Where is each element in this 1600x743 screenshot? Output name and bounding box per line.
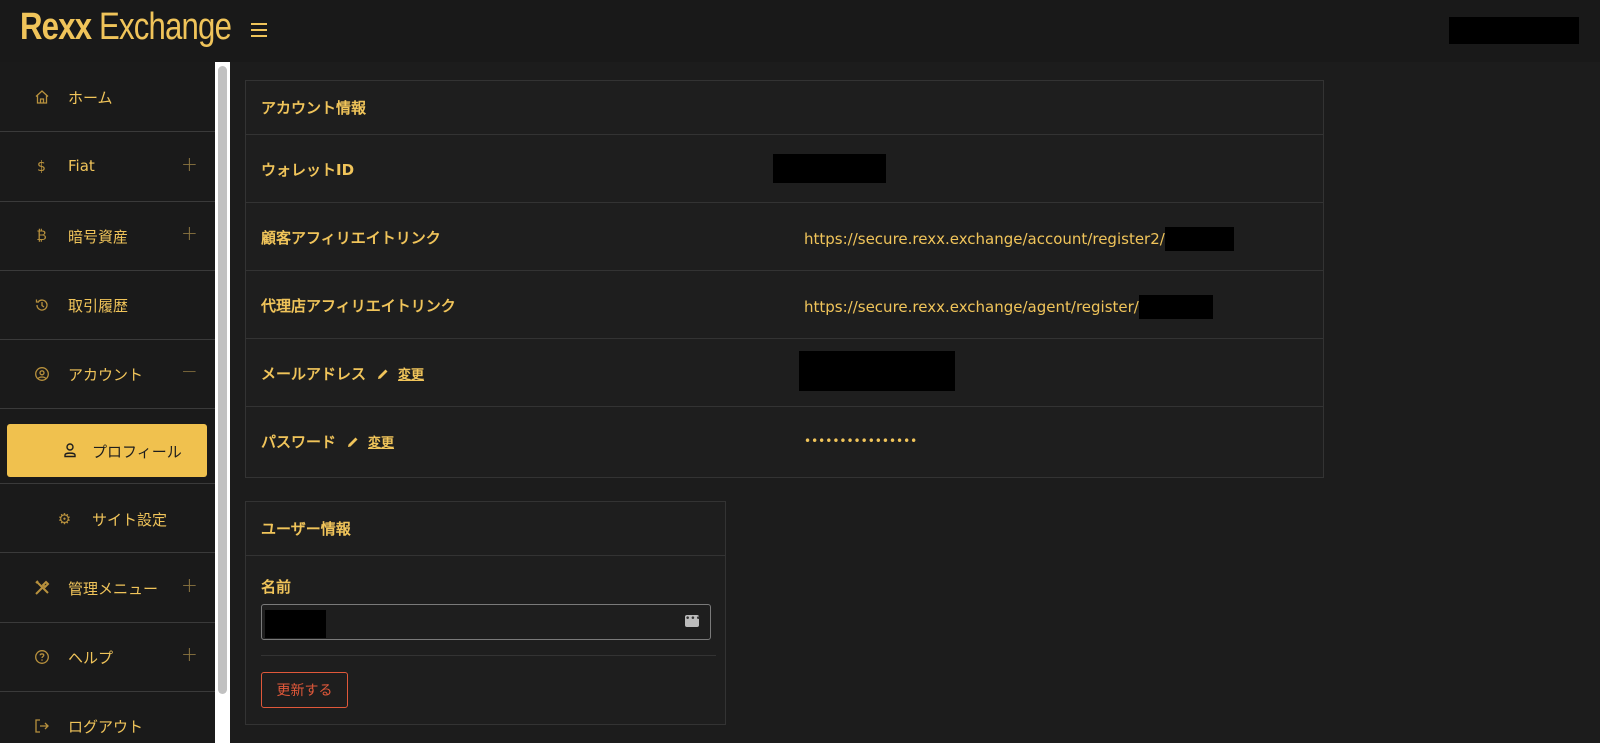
logo[interactable]: Rexx Exchange bbox=[20, 6, 232, 49]
expand-icon[interactable]: + bbox=[181, 642, 198, 666]
name-label: 名前 bbox=[261, 578, 292, 596]
user-circle-icon bbox=[33, 365, 50, 382]
logout-icon bbox=[33, 717, 50, 734]
password-value: •••••••••••••••• bbox=[804, 434, 918, 448]
sidebar-item-account[interactable]: アカウント − bbox=[0, 339, 215, 409]
customer-affiliate-row: 顧客アフィリエイトリンク https://secure.rexx.exchang… bbox=[246, 203, 1323, 271]
password-label: パスワード bbox=[261, 433, 337, 451]
expand-icon[interactable]: + bbox=[181, 221, 198, 245]
sidebar-scrollbar-thumb[interactable] bbox=[218, 66, 227, 694]
sidebar: ホーム $ Fiat + ₿ 暗号資産 + 取引履歴 アカウント − プロフィー… bbox=[0, 62, 230, 743]
customer-affiliate-label: 顧客アフィリエイトリンク bbox=[261, 229, 441, 247]
expand-icon[interactable]: + bbox=[181, 573, 198, 597]
user-icon bbox=[62, 442, 79, 459]
account-info-title: アカウント情報 bbox=[246, 81, 1323, 135]
top-bar: Rexx Exchange bbox=[0, 0, 1600, 62]
account-info-card: アカウント情報 ウォレットID 顧客アフィリエイトリンク https://sec… bbox=[245, 80, 1324, 478]
agent-affiliate-link[interactable]: https://secure.rexx.exchange/agent/regis… bbox=[804, 298, 1139, 316]
email-row: メールアドレス 変更 bbox=[246, 339, 1323, 407]
sidebar-item-home[interactable]: ホーム bbox=[0, 62, 215, 132]
update-button[interactable]: 更新する bbox=[261, 672, 348, 708]
history-icon bbox=[33, 296, 50, 313]
pencil-icon[interactable] bbox=[346, 435, 360, 449]
user-info-title: ユーザー情報 bbox=[246, 502, 725, 556]
sidebar-item-crypto[interactable]: ₿ 暗号資産 + bbox=[0, 201, 215, 271]
tools-icon bbox=[33, 579, 50, 596]
user-info-card: ユーザー情報 名前 ••• 更新する bbox=[245, 501, 726, 725]
sidebar-item-fiat[interactable]: $ Fiat + bbox=[0, 132, 215, 202]
wallet-id-value bbox=[773, 154, 886, 183]
bitcoin-icon: ₿ bbox=[36, 228, 47, 244]
email-label: メールアドレス bbox=[261, 365, 367, 383]
collapse-icon[interactable]: − bbox=[181, 359, 198, 383]
expand-icon[interactable]: + bbox=[181, 152, 198, 176]
sidebar-item-site-settings[interactable]: ⚙ サイト設定 bbox=[0, 483, 215, 553]
help-icon bbox=[33, 648, 50, 665]
pencil-icon[interactable] bbox=[376, 367, 390, 381]
email-change-link[interactable]: 変更 bbox=[398, 364, 424, 383]
divider bbox=[261, 655, 716, 656]
menu-toggle-icon[interactable] bbox=[249, 19, 269, 41]
name-value bbox=[265, 610, 326, 638]
dollar-icon: $ bbox=[37, 158, 46, 175]
password-change-link[interactable]: 変更 bbox=[368, 432, 394, 451]
customer-affiliate-link[interactable]: https://secure.rexx.exchange/account/reg… bbox=[804, 230, 1165, 248]
email-value bbox=[799, 351, 955, 391]
agent-affiliate-row: 代理店アフィリエイトリンク https://secure.rexx.exchan… bbox=[246, 271, 1323, 339]
sidebar-item-help[interactable]: ヘルプ + bbox=[0, 622, 215, 692]
sidebar-item-admin[interactable]: 管理メニュー + bbox=[0, 553, 215, 623]
wallet-id-row: ウォレットID bbox=[246, 135, 1323, 203]
autofill-icon[interactable]: ••• bbox=[685, 615, 701, 627]
agent-affiliate-id bbox=[1138, 295, 1213, 319]
user-menu[interactable] bbox=[1449, 17, 1579, 44]
gear-icon: ⚙ bbox=[57, 509, 72, 528]
customer-affiliate-id bbox=[1164, 227, 1234, 251]
sidebar-item-history[interactable]: 取引履歴 bbox=[0, 270, 215, 340]
sidebar-item-logout[interactable]: ログアウト bbox=[0, 691, 215, 743]
sidebar-item-profile[interactable]: プロフィール bbox=[7, 424, 207, 477]
name-input[interactable]: ••• bbox=[261, 604, 711, 640]
home-icon bbox=[33, 88, 50, 105]
wallet-id-label: ウォレットID bbox=[261, 161, 355, 179]
password-row: パスワード 変更 •••••••••••••••• bbox=[246, 407, 1323, 475]
agent-affiliate-label: 代理店アフィリエイトリンク bbox=[261, 297, 456, 315]
